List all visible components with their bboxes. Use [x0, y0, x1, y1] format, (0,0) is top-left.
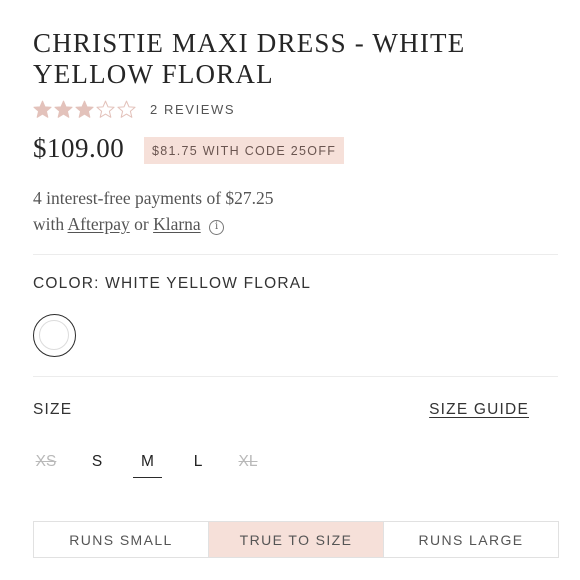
reviews-link[interactable]: 2 REVIEWS	[150, 102, 235, 117]
fit-runs-small[interactable]: RUNS SMALL	[34, 522, 209, 557]
product-title-line-2: YELLOW FLORAL	[33, 59, 274, 89]
product-title-line-1: CHRISTIE MAXI DRESS - WHITE	[33, 28, 466, 58]
swatch-fill	[39, 320, 69, 350]
promo-badge: $81.75 WITH CODE 25OFF	[144, 137, 345, 164]
product-title: CHRISTIE MAXI DRESS - WHITE YELLOW FLORA…	[33, 28, 553, 90]
color-label: COLOR: WHITE YELLOW FLORAL	[33, 275, 312, 292]
klarna-link[interactable]: Klarna	[153, 214, 201, 234]
info-icon[interactable]: i	[209, 219, 225, 235]
star-empty-icon	[96, 100, 115, 118]
installment-with-text: with	[33, 214, 65, 234]
installment-line-1: 4 interest-free payments of $27.25	[33, 188, 274, 208]
size-option-xs[interactable]: XS	[33, 450, 59, 478]
star-empty-icon	[117, 100, 136, 118]
size-option-s[interactable]: S	[87, 450, 107, 478]
size-guide-link[interactable]: SIZE GUIDE	[429, 401, 529, 419]
size-option-m[interactable]: M	[133, 450, 162, 478]
installment-line-2: with Afterpay or Klarna i	[33, 211, 453, 237]
fit-runs-large[interactable]: RUNS LARGE	[384, 522, 558, 557]
size-label: SIZE	[33, 401, 73, 418]
installment-info: 4 interest-free payments of $27.25 with …	[33, 185, 453, 237]
fit-true-to-size[interactable]: TRUE TO SIZE	[209, 522, 384, 557]
color-swatch-white-yellow-floral[interactable]	[33, 314, 76, 357]
size-option-xl[interactable]: XL	[235, 450, 261, 478]
star-rating	[33, 100, 136, 119]
fit-feedback: RUNS SMALL TRUE TO SIZE RUNS LARGE	[33, 521, 559, 558]
product-price: $109.00	[33, 133, 125, 163]
star-filled-icon	[54, 100, 73, 118]
star-filled-icon	[33, 100, 52, 118]
divider	[33, 254, 558, 255]
afterpay-link[interactable]: Afterpay	[68, 214, 130, 234]
size-option-l[interactable]: L	[188, 450, 208, 478]
star-filled-icon	[75, 100, 94, 118]
divider	[33, 376, 558, 377]
rating-row[interactable]: 2 REVIEWS	[33, 98, 235, 120]
installment-or-text: or	[134, 214, 149, 234]
